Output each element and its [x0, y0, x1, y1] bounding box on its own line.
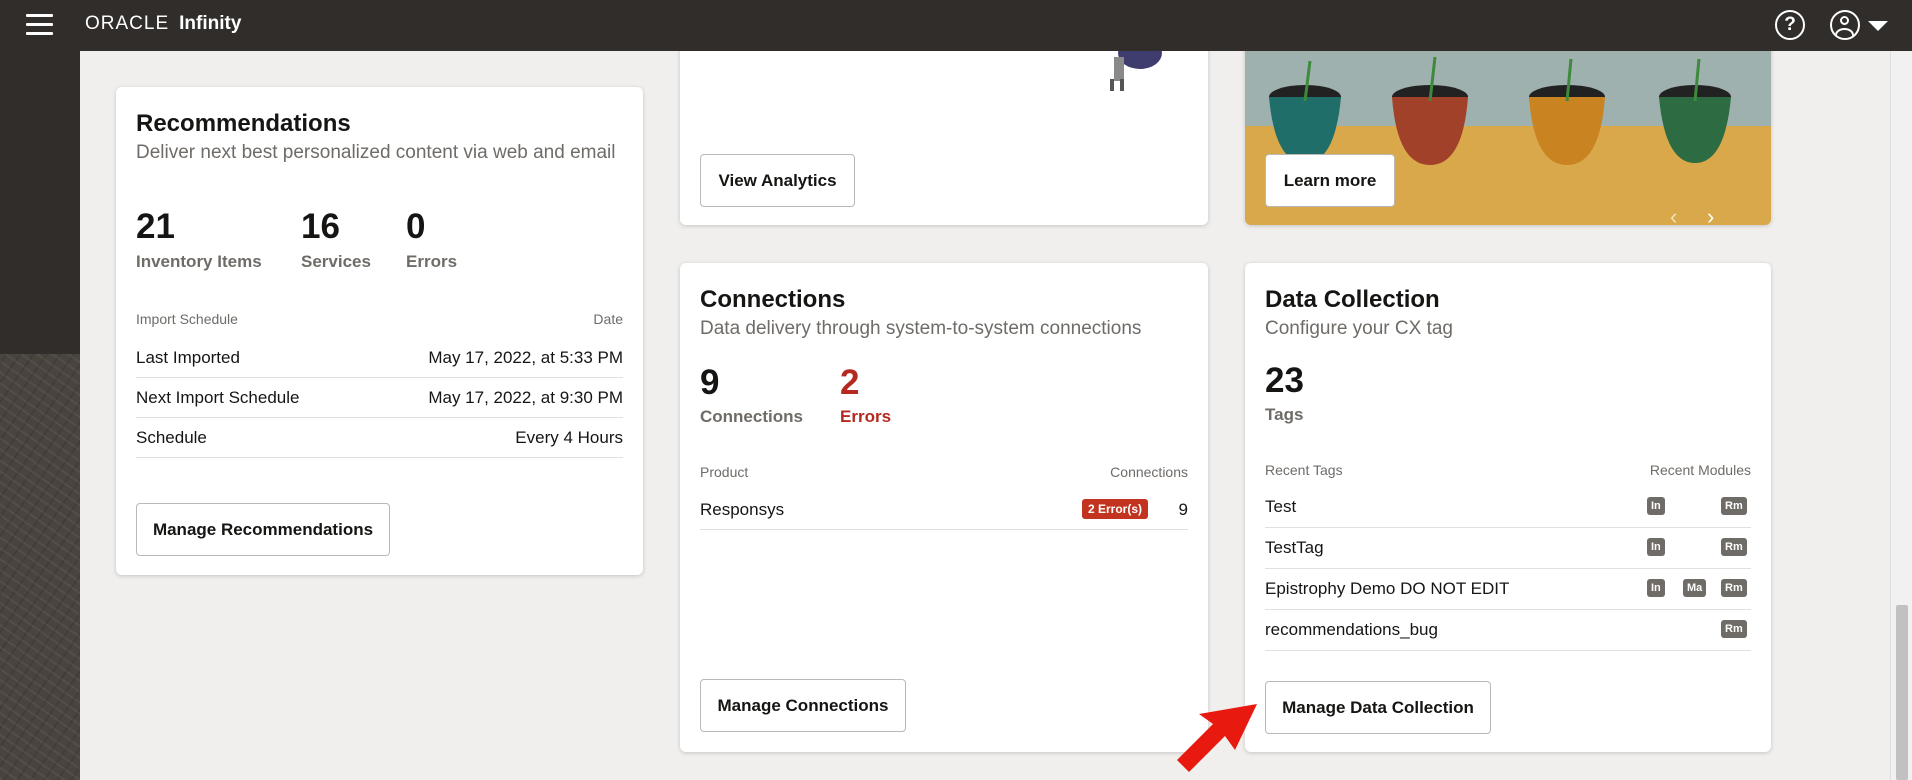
tag-name: Test	[1265, 497, 1297, 516]
stat-label: Inventory Items	[136, 252, 262, 271]
recommendations-card: Recommendations Deliver next best person…	[116, 87, 643, 575]
chevron-down-icon	[1868, 21, 1888, 31]
hamburger-menu-icon[interactable]	[26, 14, 53, 35]
card-title: Data Collection	[1265, 286, 1440, 313]
module-badge: Rm	[1721, 620, 1747, 638]
manage-connections-button[interactable]: Manage Connections	[700, 679, 906, 732]
table-row: Responsys 2 Error(s) 9	[700, 490, 1188, 530]
stat-label: Connections	[700, 407, 803, 426]
stat-value: 23	[1265, 361, 1304, 400]
user-avatar-icon	[1830, 10, 1860, 40]
card-subtitle: Data delivery through system-to-system c…	[700, 318, 1142, 339]
card-subtitle: Configure your CX tag	[1265, 318, 1453, 339]
stat-value: 21	[136, 207, 175, 246]
table-header-left: Recent Tags	[1265, 462, 1343, 478]
tag-name: recommendations_bug	[1265, 620, 1438, 639]
table-header-right: Connections	[1110, 464, 1188, 480]
vertical-scrollbar[interactable]	[1890, 51, 1912, 780]
table-row: Test In Rm	[1265, 487, 1751, 528]
module-badge: In	[1647, 497, 1665, 515]
table-header-left: Import Schedule	[136, 311, 238, 327]
row-label: Schedule	[136, 428, 207, 447]
stat-label: Tags	[1265, 405, 1304, 424]
help-icon[interactable]: ?	[1775, 10, 1805, 40]
stat-value: 9	[700, 363, 720, 402]
module-badge: Rm	[1721, 538, 1747, 556]
card-subtitle: Deliver next best personalized content v…	[136, 142, 616, 163]
data-collection-card: Data Collection Configure your CX tag 23…	[1245, 263, 1771, 752]
brand-oracle: ORACLE	[85, 13, 170, 34]
row-value: May 17, 2022, at 9:30 PM	[428, 388, 623, 407]
card-title: Recommendations	[136, 110, 351, 137]
error-stat-label: Errors	[840, 407, 892, 426]
connections-card: Connections Data delivery through system…	[680, 263, 1208, 752]
error-badge: 2 Error(s)	[1082, 499, 1149, 519]
row-label: Last Imported	[136, 348, 240, 367]
manage-recommendations-button[interactable]: Manage Recommendations	[136, 503, 390, 556]
view-analytics-button[interactable]: View Analytics	[700, 154, 855, 207]
row-value: May 17, 2022, at 5:33 PM	[428, 348, 623, 367]
learn-more-button[interactable]: Learn more	[1265, 154, 1395, 207]
row-value: Every 4 Hours	[515, 428, 623, 447]
table-header-left: Product	[700, 464, 749, 480]
module-badge: Rm	[1721, 579, 1747, 597]
table-row: Last Imported May 17, 2022, at 5:33 PM	[136, 338, 623, 378]
table-row: recommendations_bug Rm	[1265, 610, 1751, 651]
error-stat-value: 2	[840, 363, 860, 402]
analytics-card: View Analytics	[680, 41, 1208, 225]
table-row: Epistrophy Demo DO NOT EDIT In Ma Rm	[1265, 569, 1751, 610]
stat-label: Errors	[406, 252, 458, 271]
module-badge: Rm	[1721, 497, 1747, 515]
connection-count: 9	[1178, 500, 1188, 519]
module-badge: In	[1647, 538, 1665, 556]
table-row: Schedule Every 4 Hours	[136, 418, 623, 458]
user-menu-button[interactable]	[1830, 10, 1888, 40]
analytics-illustration	[1110, 41, 1175, 91]
stat-label: Services	[301, 252, 371, 271]
red-pointer-arrow-icon	[1177, 704, 1257, 772]
carousel-next-icon[interactable]: ›	[1707, 204, 1714, 225]
manage-data-collection-button[interactable]: Manage Data Collection	[1265, 681, 1491, 734]
stat-value: 0	[406, 207, 426, 246]
row-label: Next Import Schedule	[136, 388, 300, 407]
carousel-prev-icon[interactable]: ‹	[1670, 204, 1677, 225]
product-name: Responsys	[700, 500, 785, 519]
table-row: TestTag In Rm	[1265, 528, 1751, 569]
promo-card: Learn more ‹ ›	[1245, 41, 1771, 225]
table-header-right: Recent Modules	[1649, 462, 1751, 478]
dashboard-content: Recommendations Deliver next best person…	[80, 41, 1890, 780]
scrollbar-thumb[interactable]	[1896, 605, 1908, 780]
top-navigation-bar: ORACLE Infinity ?	[0, 0, 1912, 51]
brand-product: Infinity	[179, 13, 242, 34]
module-badge: Ma	[1683, 579, 1707, 597]
tag-name: TestTag	[1265, 538, 1324, 557]
table-header-right: Date	[593, 311, 623, 327]
card-title: Connections	[700, 286, 846, 313]
module-badge: In	[1647, 579, 1665, 597]
table-row: Next Import Schedule May 17, 2022, at 9:…	[136, 378, 623, 418]
stat-value: 16	[301, 207, 340, 246]
brand-logo[interactable]: ORACLE Infinity	[85, 13, 241, 35]
tag-name: Epistrophy Demo DO NOT EDIT	[1265, 579, 1510, 598]
